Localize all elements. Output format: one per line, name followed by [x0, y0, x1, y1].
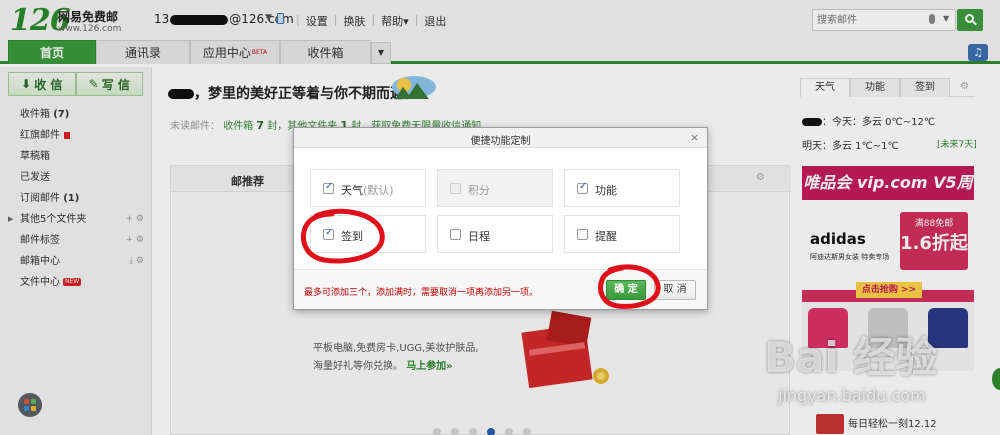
- option-reminder-label: 提醒: [595, 230, 617, 243]
- checkbox-weather[interactable]: [323, 181, 334, 194]
- checkbox-functions[interactable]: [577, 181, 588, 194]
- close-icon[interactable]: ×: [690, 131, 699, 144]
- option-reminder[interactable]: 提醒: [564, 215, 680, 253]
- cancel-button[interactable]: 取 消: [654, 280, 696, 300]
- option-weather[interactable]: 天气(默认): [310, 169, 426, 207]
- checkbox-checkin[interactable]: [323, 227, 334, 240]
- option-schedule[interactable]: 日程: [437, 215, 553, 253]
- option-checkin[interactable]: 签到: [310, 215, 426, 253]
- default-suffix: (默认): [363, 184, 394, 197]
- dialog-footer: 最多可添加三个，添加满时，需要取消一项再添加另一项。 确 定 取 消: [294, 269, 707, 309]
- checkbox-reminder[interactable]: [577, 229, 588, 240]
- dialog-header: 便捷功能定制 ×: [294, 128, 707, 148]
- limit-note: 最多可添加三个，添加满时，需要取消一项再添加另一项。: [304, 288, 539, 298]
- option-points-label: 积分: [468, 184, 490, 197]
- option-functions-label: 功能: [595, 184, 617, 197]
- confirm-button[interactable]: 确 定: [606, 280, 646, 300]
- custom-functions-dialog: 便捷功能定制 × 天气(默认) 积分 功能 签到 日程 提醒 最多可添加三个，添…: [293, 127, 708, 310]
- option-label: 天气(默认): [341, 182, 394, 198]
- dialog-title: 便捷功能定制: [470, 136, 531, 147]
- option-weather-label: 天气: [341, 184, 363, 197]
- checkbox-points[interactable]: [450, 183, 461, 194]
- option-points[interactable]: 积分: [437, 169, 553, 207]
- option-functions[interactable]: 功能: [564, 169, 680, 207]
- option-schedule-label: 日程: [468, 230, 490, 243]
- option-checkin-label: 签到: [341, 230, 363, 243]
- checkbox-schedule[interactable]: [450, 229, 461, 240]
